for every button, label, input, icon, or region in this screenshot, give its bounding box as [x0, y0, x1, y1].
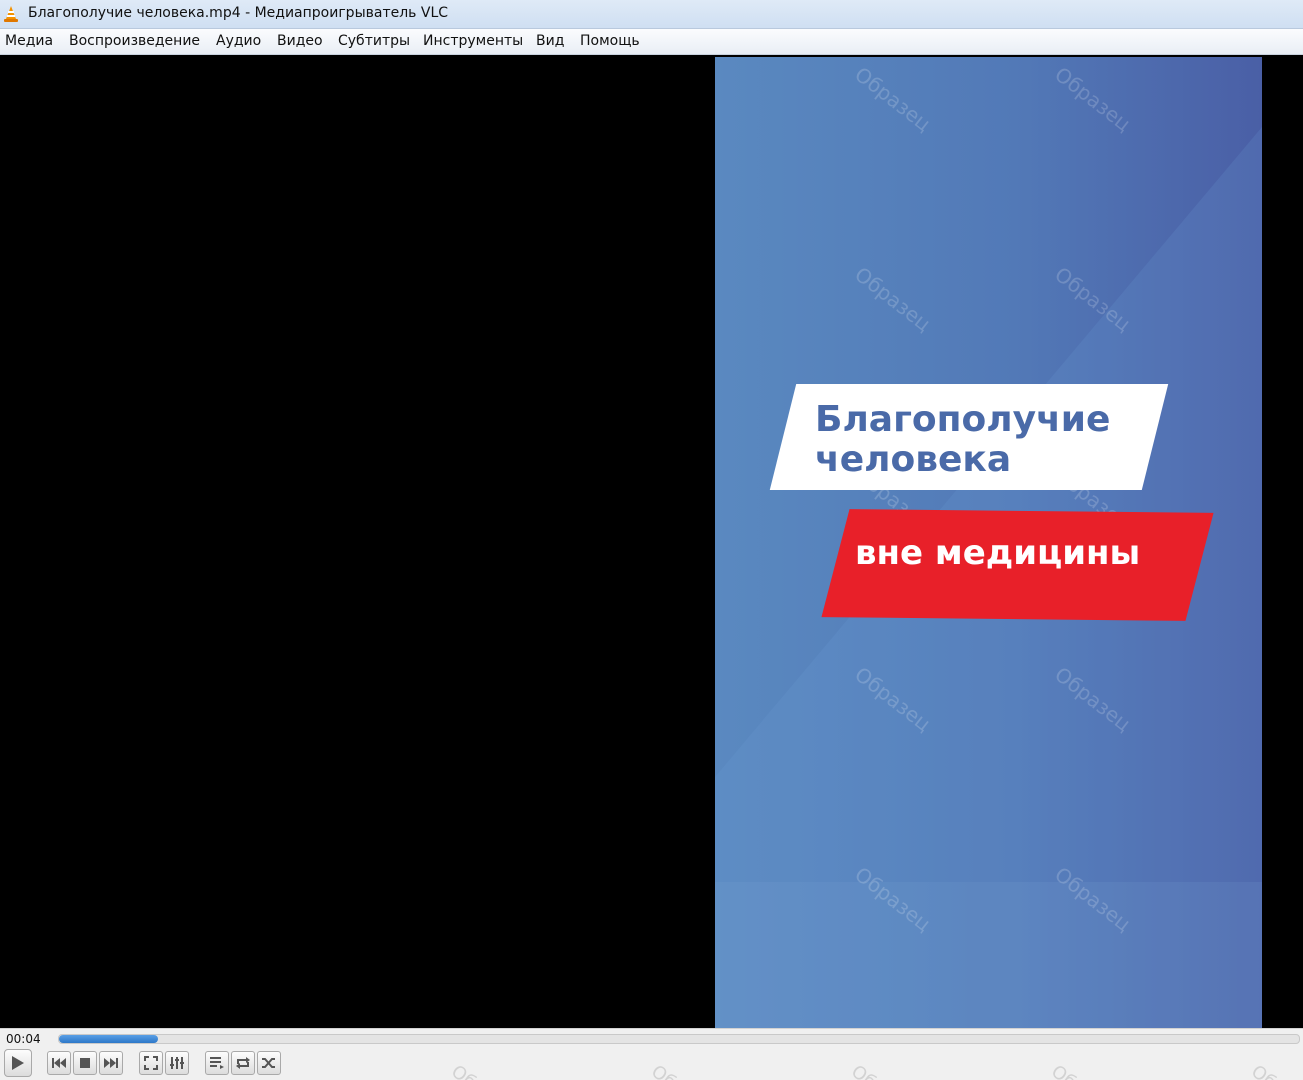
watermark-text: Образец — [447, 1061, 523, 1080]
menu-playback[interactable]: Воспроизведение — [67, 33, 202, 49]
play-icon — [12, 1056, 24, 1070]
elapsed-time: 00:04 — [6, 1032, 41, 1046]
loop-icon — [236, 1057, 250, 1069]
control-bar: 00:04 Образец Образец Образец Образец Об… — [0, 1028, 1303, 1080]
watermark-text: Образец — [1047, 1061, 1123, 1080]
window-title: Благополучие человека.mp4 - Медиапроигры… — [28, 5, 449, 21]
menu-bar: Медиа Воспроизведение Аудио Видео Субтит… — [0, 29, 1303, 55]
menu-media[interactable]: Медиа — [3, 33, 55, 49]
menu-help[interactable]: Помощь — [578, 33, 642, 49]
menu-audio[interactable]: Аудио — [214, 33, 263, 49]
fullscreen-icon — [144, 1056, 158, 1070]
watermark-text: Образец — [847, 1061, 923, 1080]
watermark-text: Образец — [647, 1061, 723, 1080]
menu-view[interactable]: Вид — [534, 33, 566, 49]
next-button[interactable] — [99, 1051, 123, 1075]
stop-button[interactable] — [73, 1051, 97, 1075]
seek-bar[interactable] — [58, 1034, 1300, 1044]
loop-button[interactable] — [231, 1051, 255, 1075]
video-frame: Образец Образец Образец Образец Образец … — [715, 57, 1262, 1028]
menu-tools[interactable]: Инструменты — [421, 33, 525, 49]
previous-button[interactable] — [47, 1051, 71, 1075]
menu-subtitles[interactable]: Субтитры — [336, 33, 412, 49]
video-title-line1: Благополучие — [815, 399, 1111, 440]
fullscreen-button[interactable] — [139, 1051, 163, 1075]
playlist-icon — [210, 1057, 224, 1069]
shuffle-icon — [262, 1058, 275, 1068]
video-subtitle: вне медицины — [855, 533, 1141, 573]
video-area[interactable]: Образец Образец Образец Образец Образец … — [0, 55, 1303, 1028]
extended-settings-button[interactable] — [165, 1051, 189, 1075]
vlc-cone-icon — [4, 6, 18, 22]
watermark-text: Образец — [1247, 1061, 1303, 1080]
video-title: Благополучие человека — [815, 400, 1110, 480]
menu-video[interactable]: Видео — [275, 33, 325, 49]
video-title-line2: человека — [815, 439, 1012, 480]
title-bar: Благополучие человека.mp4 - Медиапроигры… — [0, 0, 1303, 29]
playlist-button[interactable] — [205, 1051, 229, 1075]
next-icon — [104, 1058, 118, 1068]
shuffle-button[interactable] — [257, 1051, 281, 1075]
extended-settings-icon — [170, 1057, 184, 1069]
stop-icon — [80, 1058, 90, 1068]
play-button[interactable] — [4, 1049, 32, 1077]
seek-bar-progress — [59, 1035, 159, 1043]
previous-icon — [52, 1058, 66, 1068]
